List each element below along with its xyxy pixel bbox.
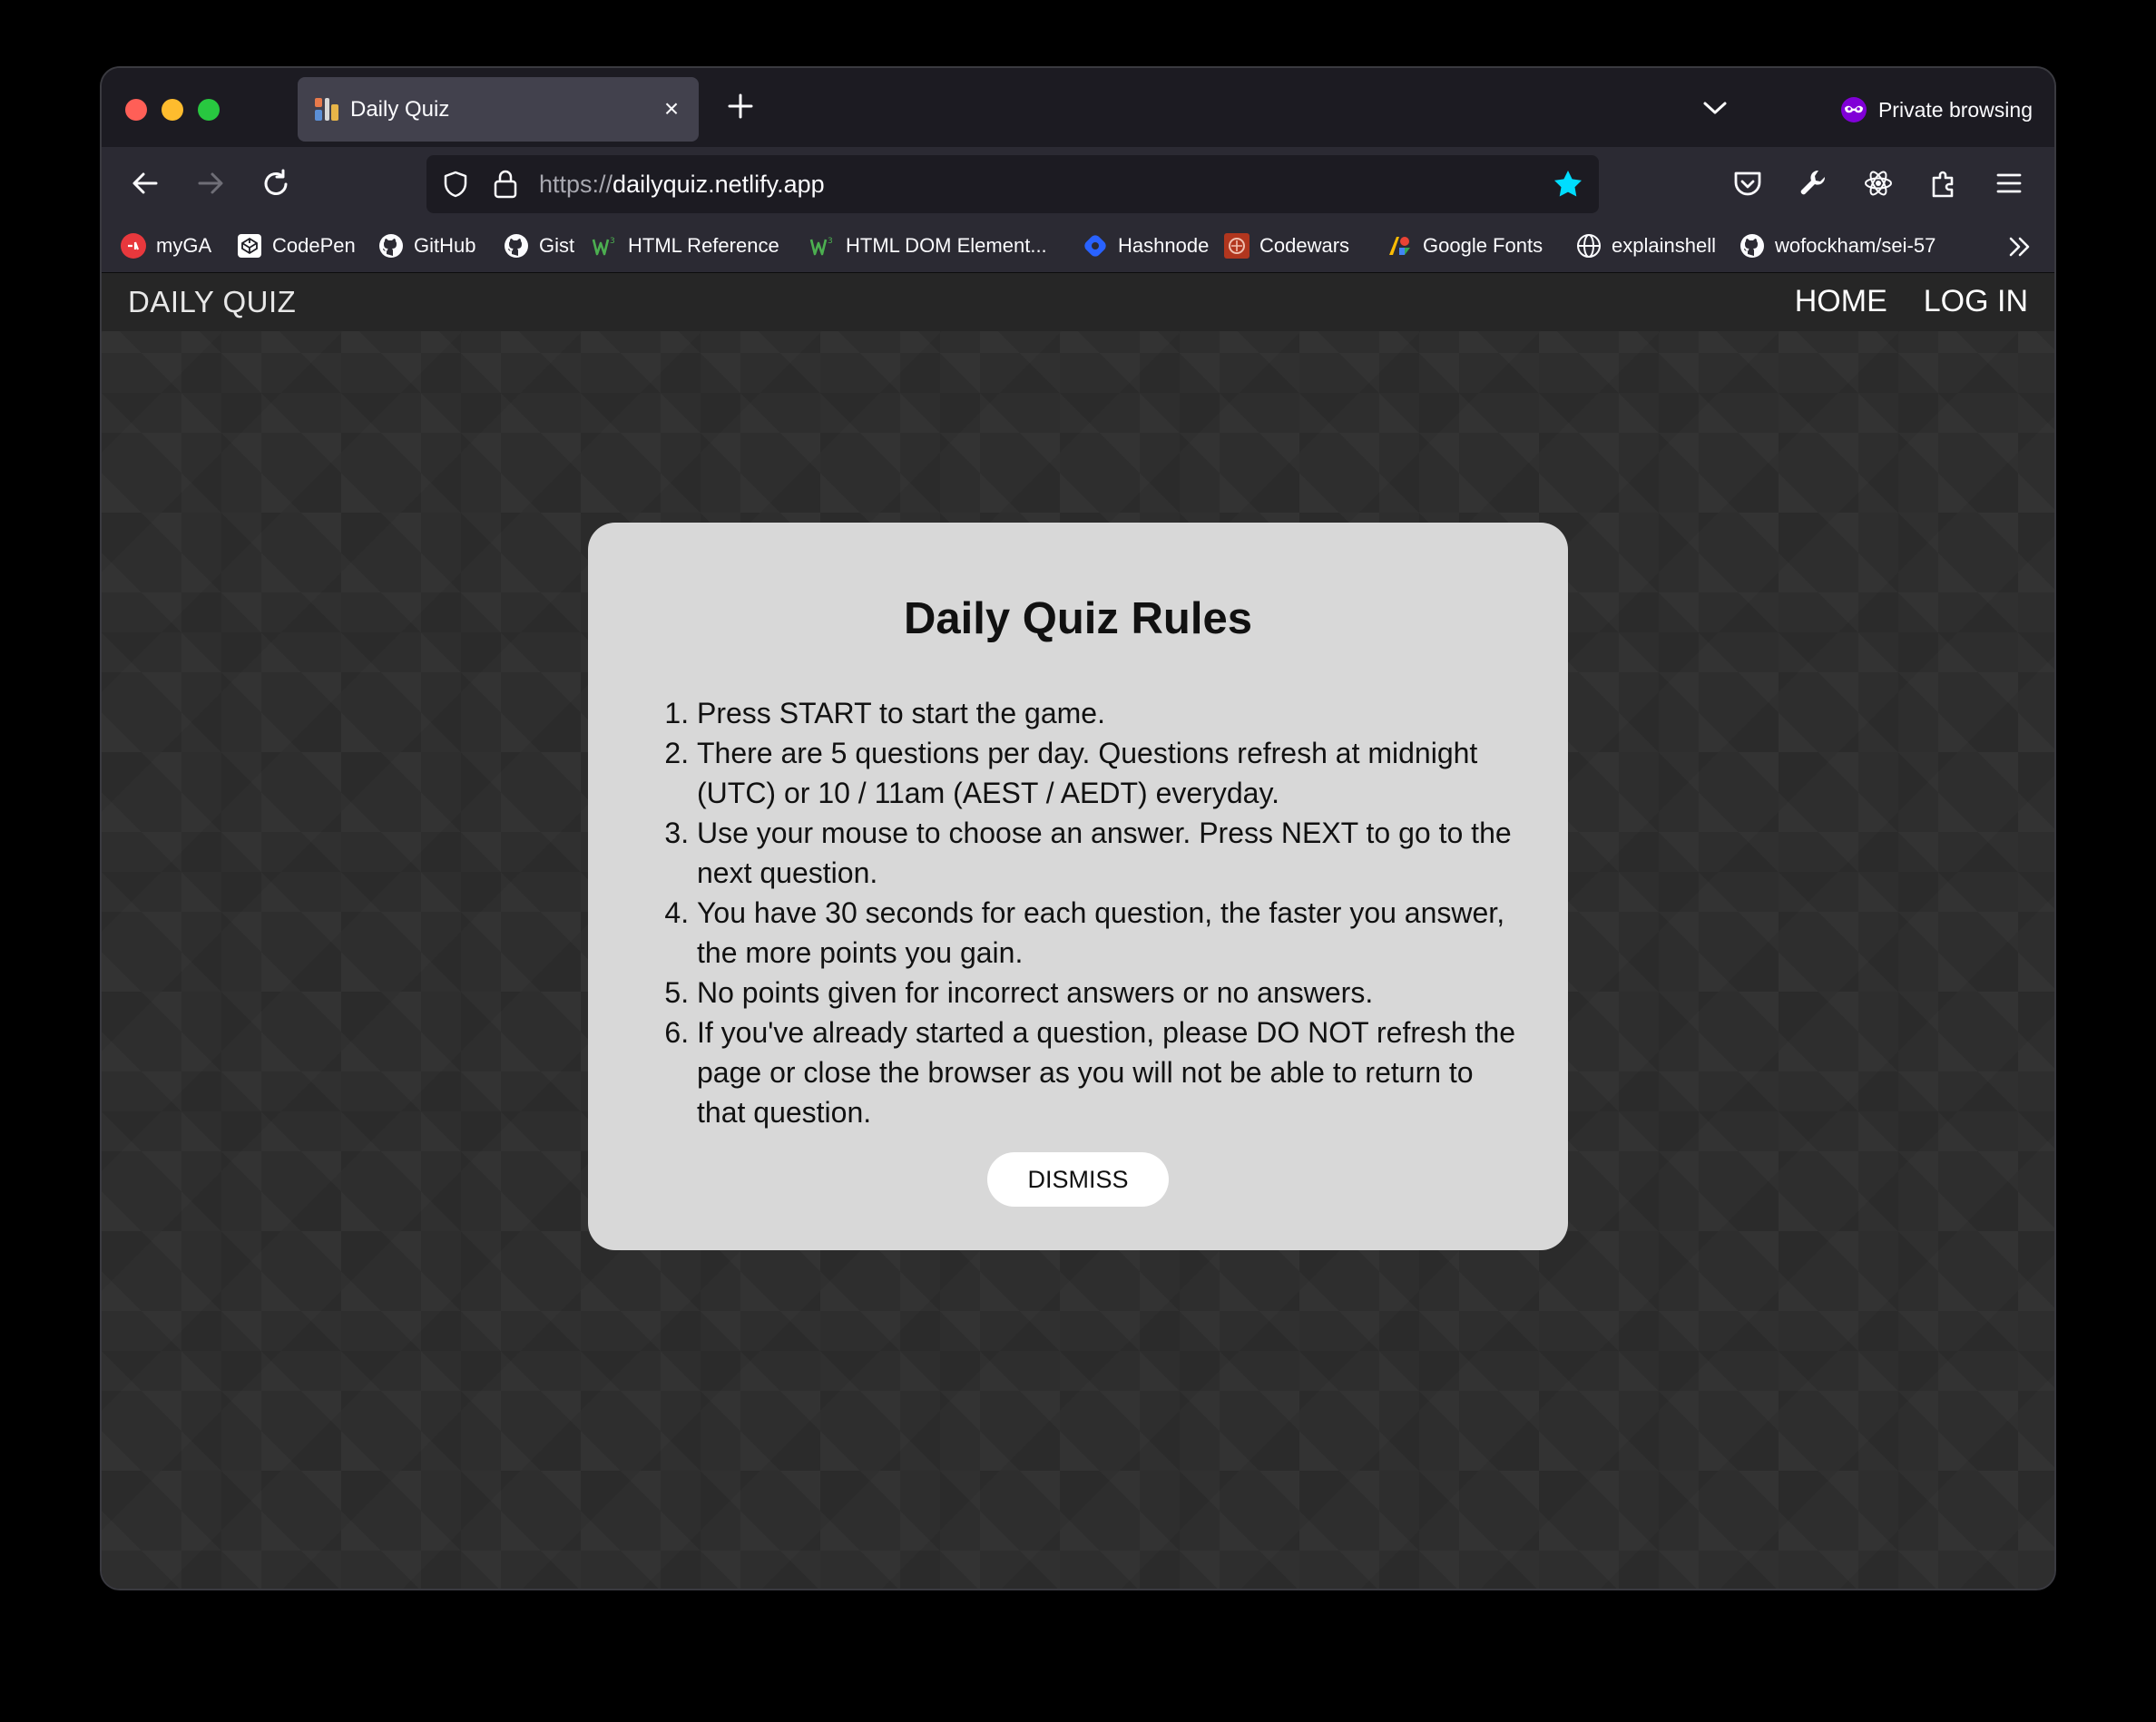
bookmark-label: wofockham/sei-57 bbox=[1775, 234, 1936, 257]
hamburger-menu-icon[interactable] bbox=[1991, 165, 2027, 201]
bookmark-item[interactable]: CodePen bbox=[236, 230, 356, 261]
bookmark-label: HTML Reference bbox=[628, 234, 779, 257]
nav-home-link[interactable]: HOME bbox=[1795, 284, 1887, 319]
bookmark-item[interactable]: myGA bbox=[120, 230, 211, 261]
zoom-window-button[interactable] bbox=[198, 99, 220, 121]
extensions-puzzle-icon[interactable] bbox=[1926, 165, 1962, 201]
rule-item: You have 30 seconds for each question, t… bbox=[697, 893, 1528, 973]
bookmark-label: GitHub bbox=[414, 234, 476, 257]
forward-arrow-icon[interactable] bbox=[192, 165, 229, 201]
bookmark-label: Hashnode bbox=[1118, 234, 1210, 257]
url-host: dailyquiz.netlify.app bbox=[612, 171, 825, 198]
rules-modal: Daily Quiz Rules Press START to start th… bbox=[588, 523, 1568, 1250]
rules-list: Press START to start the game. There are… bbox=[628, 693, 1528, 1132]
close-window-button[interactable] bbox=[125, 99, 147, 121]
github-icon bbox=[1739, 232, 1766, 259]
svg-text:3: 3 bbox=[828, 237, 833, 246]
myga-icon bbox=[120, 232, 147, 259]
google-fonts-icon bbox=[1387, 232, 1414, 259]
rule-item: If you've already started a question, pl… bbox=[697, 1013, 1528, 1132]
bookmark-label: myGA bbox=[156, 234, 212, 257]
site-nav-links: HOME LOG IN bbox=[1795, 284, 2028, 319]
pocket-icon[interactable] bbox=[1730, 165, 1766, 201]
close-tab-icon[interactable]: × bbox=[659, 96, 684, 122]
bookmark-label: CodePen bbox=[272, 234, 356, 257]
github-icon bbox=[377, 232, 405, 259]
bookmark-label: Google Fonts bbox=[1423, 234, 1544, 257]
github-icon bbox=[503, 232, 530, 259]
modal-title: Daily Quiz Rules bbox=[904, 594, 1252, 643]
tab-title: Daily Quiz bbox=[350, 97, 450, 122]
chevron-down-icon[interactable] bbox=[1699, 92, 1731, 124]
bookmark-item[interactable]: Codewars bbox=[1223, 230, 1349, 261]
svg-text:3: 3 bbox=[610, 237, 615, 246]
globe-icon bbox=[1575, 232, 1602, 259]
reload-icon[interactable] bbox=[258, 165, 294, 201]
bookmark-label: explainshell bbox=[1612, 234, 1716, 257]
url-text[interactable]: https://dailyquiz.netlify.app bbox=[539, 171, 825, 199]
rule-item: There are 5 questions per day. Questions… bbox=[697, 733, 1528, 813]
bookmark-item[interactable]: wofockham/sei-57 bbox=[1739, 230, 1936, 261]
site-brand[interactable]: DAILY QUIZ bbox=[128, 285, 296, 319]
w3-icon: 3 bbox=[592, 232, 619, 259]
private-mask-icon bbox=[1840, 96, 1867, 123]
bookmark-star-icon[interactable] bbox=[1552, 168, 1584, 201]
tab-daily-quiz[interactable]: Daily Quiz × bbox=[298, 77, 699, 142]
address-bar[interactable]: https://dailyquiz.netlify.app bbox=[426, 155, 1599, 213]
bookmark-label: HTML DOM Element... bbox=[846, 234, 1047, 257]
rule-item: Press START to start the game. bbox=[697, 693, 1528, 733]
new-tab-icon[interactable] bbox=[722, 88, 759, 124]
back-arrow-icon[interactable] bbox=[127, 165, 163, 201]
bookmark-item[interactable]: 3 HTML Reference bbox=[592, 230, 779, 261]
minimize-window-button[interactable] bbox=[162, 99, 183, 121]
rule-item: No points given for incorrect answers or… bbox=[697, 973, 1528, 1013]
tab-strip: Daily Quiz × Private browsing bbox=[102, 68, 2054, 147]
bookmark-label: Gist bbox=[539, 234, 575, 257]
w3-icon: 3 bbox=[809, 232, 837, 259]
tracking-protection-shield-icon[interactable] bbox=[441, 170, 470, 199]
lock-icon[interactable] bbox=[492, 169, 519, 200]
bookmark-item[interactable]: GitHub bbox=[377, 230, 475, 261]
bookmark-item[interactable]: Hashnode bbox=[1082, 230, 1209, 261]
browser-window: Daily Quiz × Private browsing https://da… bbox=[102, 68, 2054, 1589]
chevron-double-right-icon[interactable] bbox=[2005, 232, 2034, 261]
rule-item: Use your mouse to choose an answer. Pres… bbox=[697, 813, 1528, 893]
nav-login-link[interactable]: LOG IN bbox=[1924, 284, 2028, 319]
bookmark-item[interactable]: 3 HTML DOM Element... bbox=[809, 230, 1047, 261]
quiz-favicon-icon bbox=[312, 95, 341, 124]
url-scheme: https:// bbox=[539, 171, 613, 198]
navigation-toolbar: https://dailyquiz.netlify.app bbox=[102, 147, 2054, 220]
private-browsing-indicator: Private browsing bbox=[1840, 93, 2033, 126]
page-content: DAILY QUIZ HOME LOG IN Daily Quiz Rules … bbox=[102, 273, 2054, 1589]
site-navbar: DAILY QUIZ HOME LOG IN bbox=[102, 273, 2054, 331]
bookmark-item[interactable]: explainshell bbox=[1575, 230, 1716, 261]
wrench-icon[interactable] bbox=[1795, 165, 1831, 201]
codewars-icon bbox=[1223, 232, 1250, 259]
private-browsing-label: Private browsing bbox=[1877, 97, 2033, 122]
bookmarks-toolbar: myGA CodePen GitHub Gist 3 HTML Reference 3 HTM… bbox=[102, 220, 2054, 273]
dismiss-button[interactable]: DISMISS bbox=[987, 1152, 1169, 1207]
bookmark-item[interactable]: Google Fonts bbox=[1387, 230, 1543, 261]
bookmark-label: Codewars bbox=[1259, 234, 1350, 257]
react-devtools-icon[interactable] bbox=[1860, 165, 1896, 201]
codepen-icon bbox=[236, 232, 263, 259]
hashnode-icon bbox=[1082, 232, 1109, 259]
bookmark-item[interactable]: Gist bbox=[503, 230, 574, 261]
